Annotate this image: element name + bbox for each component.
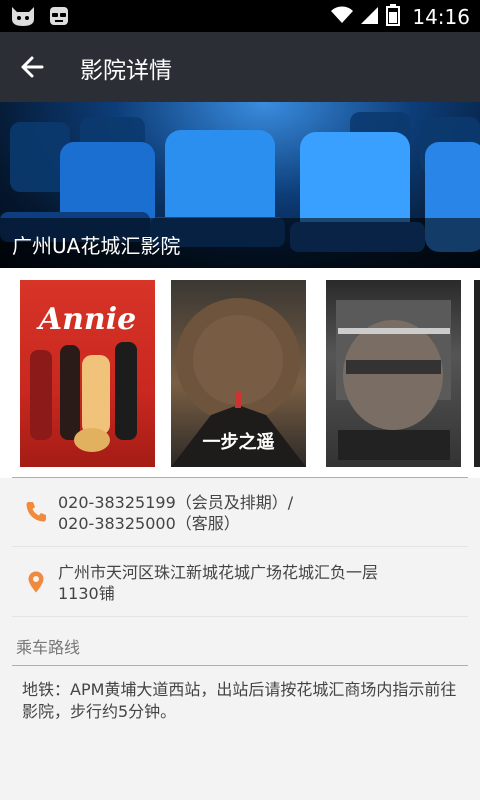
poster-annie[interactable]: Annie <box>20 280 155 467</box>
route-divider <box>12 665 468 666</box>
phone-line-2: 020-38325000（客服） <box>58 514 240 533</box>
row-divider <box>12 616 468 617</box>
phone-icon <box>24 500 48 524</box>
status-bar: 14:16 <box>0 0 480 32</box>
status-left <box>10 5 70 31</box>
poster-partial[interactable] <box>474 280 480 467</box>
route-text: 地铁：APM黄埔大道西站，出站后请按花城汇商场内指示前往影院，步行约5分钟。 <box>22 680 457 721</box>
cinema-info: 020-38325199（会员及排期）/ 020-38325000（客服） 广州… <box>0 478 480 800</box>
status-right: 14:16 <box>330 4 470 30</box>
cinema-name: 广州UA花城汇影院 <box>12 234 181 258</box>
poster-movie-2[interactable]: 一步之遥 <box>171 280 306 467</box>
address-row[interactable]: 广州市天河区珠江新城花城广场花城汇负一层1130铺 <box>0 548 480 616</box>
poster-art <box>30 342 137 452</box>
cat-face-icon <box>10 5 36 31</box>
banner-caption: 广州UA花城汇影院 <box>0 218 480 268</box>
wifi-icon <box>330 5 354 29</box>
signal-icon <box>360 5 380 29</box>
poster-movie-3[interactable] <box>326 280 461 467</box>
address-text: 广州市天河区珠江新城花城广场花城汇负一层1130铺 <box>58 563 379 603</box>
phone-line-1: 020-38325199（会员及排期）/ <box>58 493 294 512</box>
phone-numbers: 020-38325199（会员及排期）/ 020-38325000（客服） <box>58 492 293 534</box>
row-divider <box>12 546 468 547</box>
poster-art <box>336 300 451 460</box>
glasses-face-icon <box>48 5 70 31</box>
location-pin-icon <box>24 570 48 594</box>
battery-icon <box>386 4 401 30</box>
poster-strip[interactable]: Annie 一步之遥 <box>0 268 480 478</box>
arrow-left-icon <box>14 56 50 89</box>
status-time: 14:16 <box>412 5 470 29</box>
phone-row[interactable]: 020-38325199（会员及排期）/ 020-38325000（客服） <box>0 478 480 546</box>
app-bar: 影院详情 <box>0 32 480 102</box>
poster-title: 一步之遥 <box>202 432 275 453</box>
back-button[interactable] <box>14 49 50 85</box>
cinema-banner: 广州UA花城汇影院 <box>0 102 480 268</box>
page-title: 影院详情 <box>80 58 172 84</box>
route-heading: 乘车路线 <box>16 638 81 657</box>
